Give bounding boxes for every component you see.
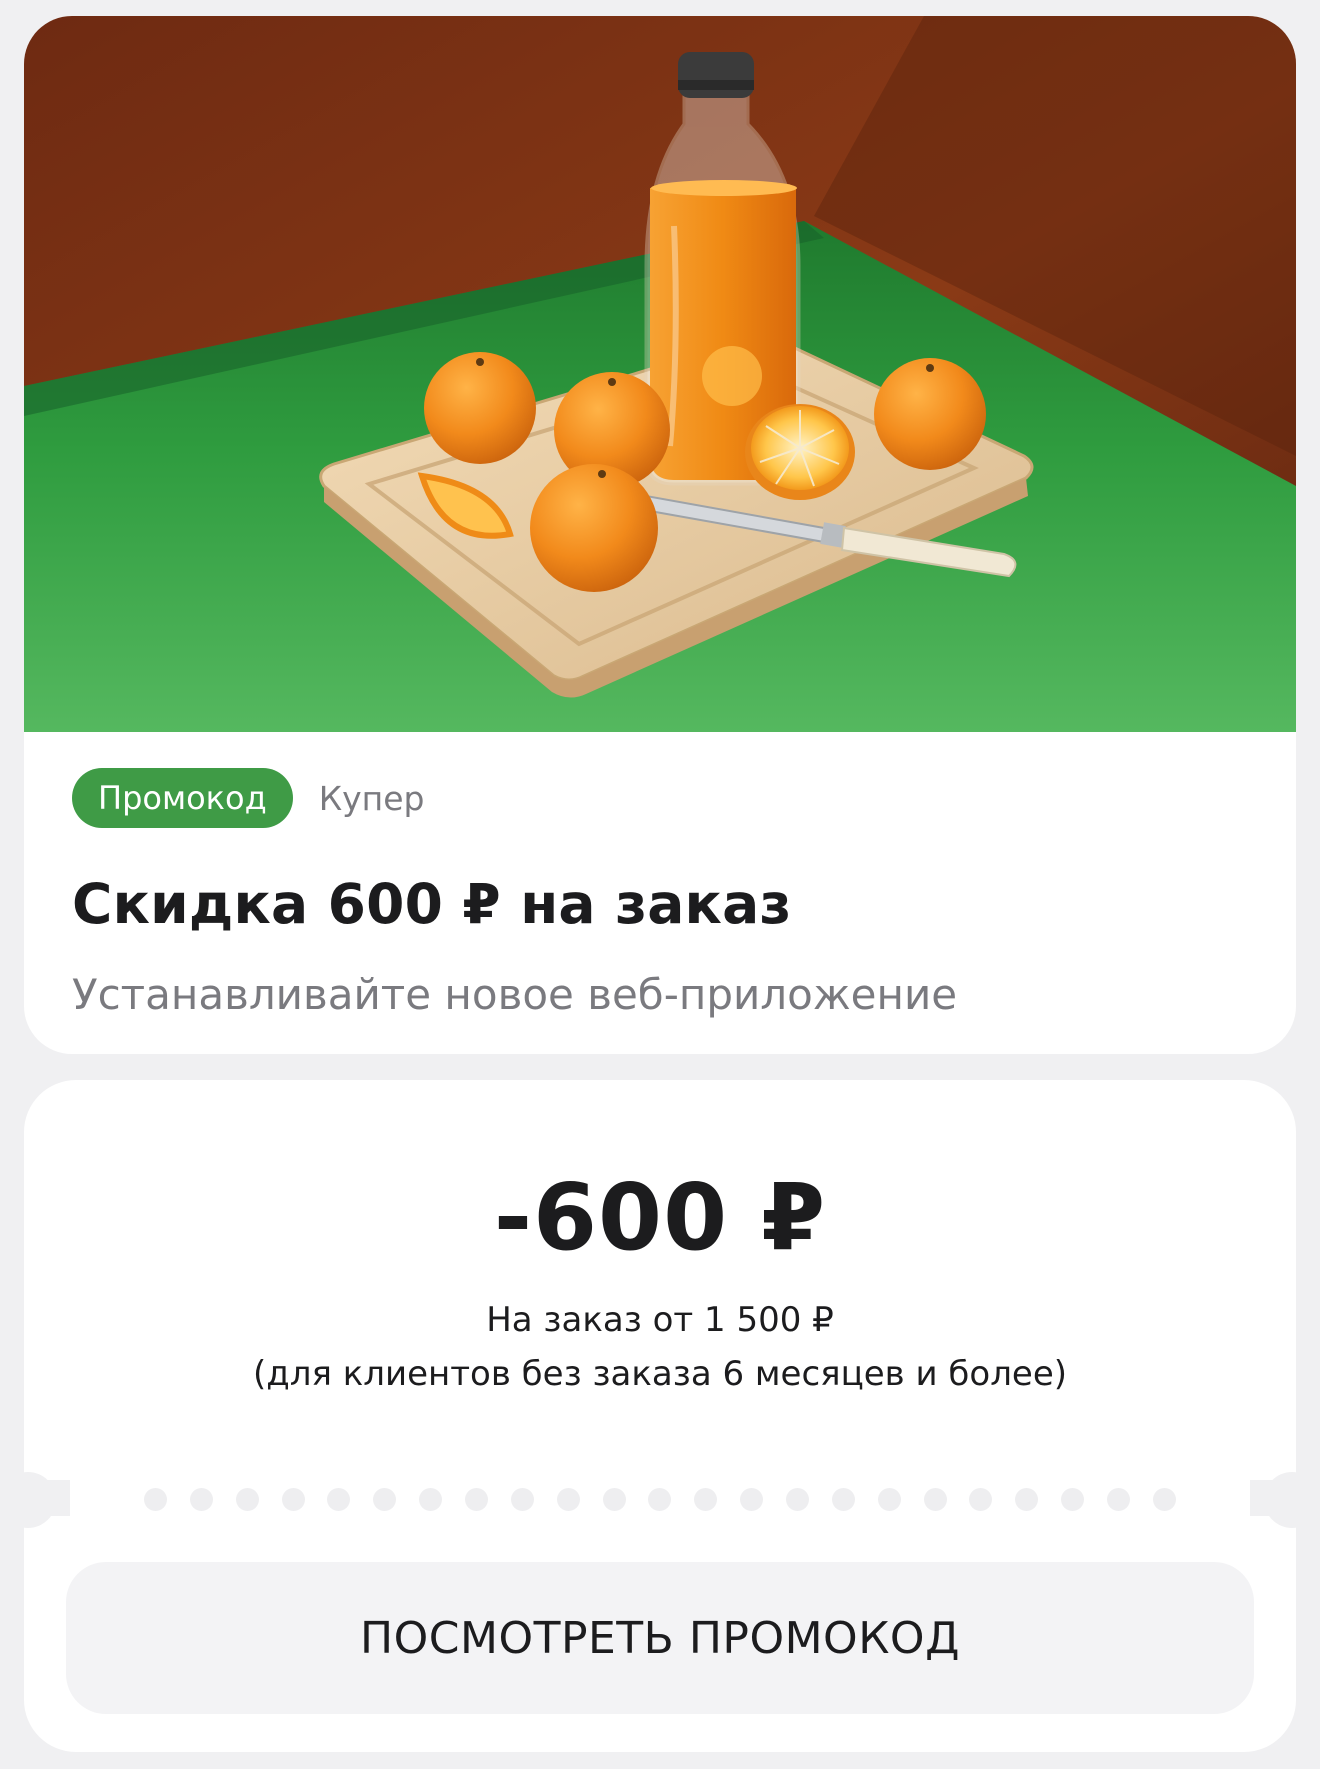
discount-amount: -600 ₽ xyxy=(493,1164,827,1271)
view-promocode-button[interactable]: ПОСМОТРЕТЬ ПРОМОКОД xyxy=(66,1562,1254,1714)
promo-badge: Промокод xyxy=(72,768,293,828)
discount-condition-eligibility: (для клиентов без заказа 6 месяцев и бол… xyxy=(252,1354,1068,1394)
promo-card[interactable]: Промокод Купер Скидка 600 ₽ на заказ Уст… xyxy=(24,16,1296,1054)
promo-subtitle: Устанавливайте новое веб-приложение xyxy=(72,970,958,1019)
promo-title: Скидка 600 ₽ на заказ xyxy=(72,872,792,936)
hero-image xyxy=(24,16,1296,732)
store-name: Купер xyxy=(318,778,425,818)
coupon-notch-left xyxy=(0,1472,56,1528)
coupon-card-top xyxy=(24,1080,1296,1480)
coupon-perforation xyxy=(144,1488,1176,1512)
discount-condition-min-order: На заказ от 1 500 ₽ xyxy=(486,1300,834,1340)
coupon-notch-right xyxy=(1264,1472,1320,1528)
tag-row: Промокод Купер xyxy=(72,768,425,828)
